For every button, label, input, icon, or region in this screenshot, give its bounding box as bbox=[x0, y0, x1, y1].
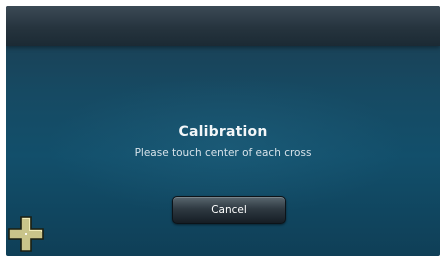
top-bar bbox=[6, 6, 440, 46]
cross-icon bbox=[8, 216, 44, 252]
dialog-title: Calibration bbox=[178, 124, 268, 140]
calibration-screen: Calibration Please touch center of each … bbox=[6, 6, 440, 256]
dialog-instruction: Please touch center of each cross bbox=[134, 147, 312, 159]
calibration-cross-target[interactable] bbox=[8, 216, 44, 252]
background-glow bbox=[46, 76, 406, 216]
cancel-button[interactable]: Cancel bbox=[172, 196, 286, 224]
